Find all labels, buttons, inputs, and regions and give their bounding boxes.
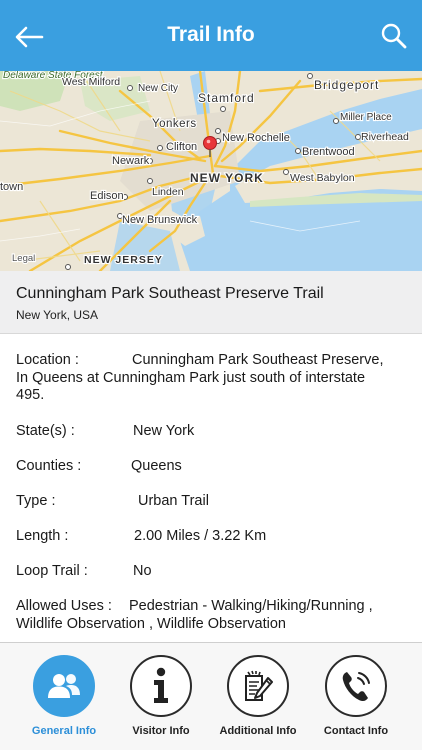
- detail-type: Type : Urban Trail: [16, 493, 408, 511]
- map-label: Linden: [152, 186, 184, 198]
- detail-value-continued: In Queens at Cunningham Park just south …: [16, 369, 366, 404]
- map-label: Stamford: [198, 91, 255, 105]
- detail-label: Loop Trail :: [16, 563, 88, 579]
- detail-label: Length :: [16, 528, 69, 544]
- trail-name: Cunningham Park Southeast Preserve Trail: [16, 285, 324, 302]
- detail-loop-trail: Loop Trail : No: [16, 563, 408, 581]
- map-label: New Rochelle: [222, 132, 290, 144]
- map-label: Bridgeport: [314, 78, 379, 92]
- tab-general-info[interactable]: General Info: [16, 655, 112, 745]
- phone-icon: [342, 672, 370, 702]
- info-icon: [154, 667, 168, 703]
- detail-value: Pedestrian - Walking/Hiking/Running ,: [129, 598, 373, 614]
- trail-details: Location : Cunningham Park Southeast Pre…: [0, 334, 422, 642]
- detail-length: Length : 2.00 Miles / 3.22 Km: [16, 528, 408, 546]
- tab-label: Additional Info: [219, 725, 297, 737]
- detail-value-continued: Wildlife Observation , Wildlife Observat…: [16, 615, 286, 632]
- search-icon: [381, 23, 407, 49]
- detail-location: Location : Cunningham Park Southeast Pre…: [16, 352, 408, 405]
- map-label: Miller Place: [340, 112, 392, 123]
- search-button[interactable]: [380, 22, 408, 50]
- tab-label: Visitor Info: [132, 725, 190, 737]
- tab-additional-info[interactable]: Additional Info: [210, 655, 306, 745]
- detail-label: Location :: [16, 352, 79, 368]
- map-label: NEW YORK: [190, 171, 264, 185]
- tab-icon-circle: [227, 655, 289, 717]
- map-label: New City: [138, 83, 178, 94]
- tab-icon-circle: [33, 655, 95, 717]
- detail-state: State(s) : New York: [16, 423, 408, 441]
- detail-label: State(s) :: [16, 423, 75, 439]
- detail-value: New York: [133, 423, 195, 439]
- detail-value: Queens: [131, 458, 182, 474]
- detail-value: 2.00 Miles / 3.22 Km: [134, 528, 267, 544]
- app-bar: Trail Info: [0, 0, 422, 71]
- page-title: Trail Info: [167, 23, 255, 46]
- map-label: West Milford: [62, 76, 120, 88]
- detail-value: No: [133, 563, 152, 579]
- map-label: West Babylon: [290, 172, 355, 184]
- map-label: Clifton: [166, 141, 197, 153]
- tab-icon-circle: [325, 655, 387, 717]
- trail-header: Cunningham Park Southeast Preserve Trail…: [0, 271, 422, 334]
- map-label: NEW JERSEY: [84, 254, 163, 266]
- detail-label: Type :: [16, 493, 56, 509]
- bottom-tab-bar: General Info Visitor Info Additional Inf…: [0, 642, 422, 750]
- map-label: Newark: [112, 155, 150, 167]
- tab-label: General Info: [31, 725, 97, 737]
- map-label: New Brunswick: [122, 214, 198, 226]
- detail-label: Counties :: [16, 458, 82, 474]
- map-label: Edison: [90, 190, 124, 202]
- detail-label: Allowed Uses :: [16, 598, 112, 614]
- edit-document-icon: [245, 670, 273, 701]
- tab-icon-circle: [130, 655, 192, 717]
- map-label: Yonkers: [152, 118, 197, 130]
- trail-map[interactable]: Delaware State Forest West Milford New C…: [0, 71, 422, 271]
- users-icon: [48, 674, 80, 698]
- detail-allowed-uses: Allowed Uses : Pedestrian - Walking/Hiki…: [16, 598, 408, 633]
- map-label: Riverhead: [361, 131, 409, 143]
- tab-visitor-info[interactable]: Visitor Info: [113, 655, 209, 745]
- map-label: town: [0, 181, 23, 193]
- tab-label: Contact Info: [323, 725, 389, 737]
- map-label: Brentwood: [302, 146, 355, 158]
- map-canvas: Delaware State Forest West Milford New C…: [0, 71, 422, 271]
- detail-value: Cunningham Park Southeast Preserve,: [132, 352, 384, 368]
- trail-location: New York, USA: [16, 308, 99, 322]
- detail-counties: Counties : Queens: [16, 458, 408, 476]
- tab-contact-info[interactable]: Contact Info: [308, 655, 404, 745]
- map-legal-link[interactable]: Legal: [11, 252, 36, 265]
- detail-value: Urban Trail: [138, 493, 209, 509]
